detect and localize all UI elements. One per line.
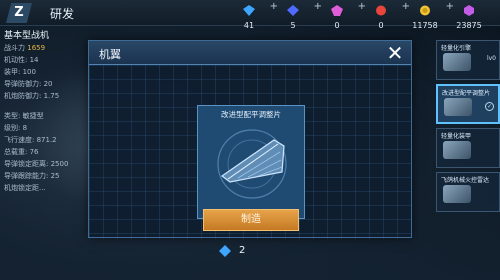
resource-value: 5 bbox=[290, 21, 296, 30]
resource-value: 0 bbox=[334, 21, 340, 30]
part-label: 轻量化装甲 bbox=[441, 133, 472, 140]
resource-purple-crystal[interactable]: 23875 bbox=[448, 1, 490, 31]
power-label: 战斗力 bbox=[4, 44, 25, 52]
stat-row: 总载重: 76 bbox=[4, 148, 39, 156]
build-button[interactable]: 制造 bbox=[203, 209, 299, 231]
resource-value: 23875 bbox=[456, 21, 482, 30]
resource-value: 11758 bbox=[412, 21, 438, 30]
power-row: 战斗力 1659 bbox=[4, 42, 84, 54]
part-label: 飞鸽机械火控雷达 bbox=[441, 177, 490, 184]
power-value: 1659 bbox=[27, 44, 46, 52]
resource-pink-gem[interactable]: 0 + bbox=[316, 1, 366, 31]
trim-tab-thumbnail bbox=[444, 98, 472, 116]
dialog-title: 机翼 bbox=[99, 48, 121, 61]
resource-gold-coin[interactable]: 11758 + bbox=[404, 1, 454, 31]
stat-row: 机炮防御力: 1.75 bbox=[4, 92, 60, 100]
item-name: 改进型配平调整片 bbox=[221, 110, 281, 119]
gold-coin-icon bbox=[420, 5, 430, 16]
aircraft-stats-panel: 基本型战机 战斗力 1659 机动性: 14 装甲: 100 导弹防御力: 20… bbox=[4, 30, 84, 194]
resource-value: 41 bbox=[243, 21, 255, 30]
stat-row: 机炮锁定距... bbox=[4, 184, 46, 192]
stat-row: 导弹跟踪能力: 25 bbox=[4, 172, 60, 180]
selected-check-icon: ✓ bbox=[485, 102, 494, 111]
wing-dialog: 机翼 ✕ 改进型配平调整片 2 制造 bbox=[88, 40, 412, 257]
resource-blue-gem[interactable]: 5 + bbox=[272, 1, 322, 31]
part-label: 轻量化引擎 bbox=[441, 45, 472, 52]
part-item-engine[interactable]: 轻量化引擎 lv0 bbox=[436, 40, 500, 80]
part-label: 改进型配平调整片 bbox=[442, 90, 491, 97]
stat-row: 机动性: 14 bbox=[4, 56, 39, 64]
part-item-armor[interactable]: 轻量化装甲 bbox=[436, 128, 500, 168]
trim-tab-part-icon bbox=[217, 129, 287, 199]
dialog-header: 机翼 ✕ bbox=[89, 41, 411, 65]
cost-value: 2 bbox=[239, 245, 246, 256]
resource-red-gem[interactable]: 0 + bbox=[360, 1, 410, 31]
armor-thumbnail bbox=[443, 141, 471, 159]
part-item-radar[interactable]: 飞鸽机械火控雷达 bbox=[436, 172, 500, 212]
parts-list: 轻量化引擎 lv0 改进型配平调整片 ✓ 轻量化装甲 飞鸽机械火控雷达 bbox=[436, 40, 500, 216]
stat-row: 级别: 8 bbox=[4, 124, 28, 132]
pink-gem-icon bbox=[331, 5, 343, 16]
resource-blue-diamond[interactable]: 41 + bbox=[228, 1, 278, 31]
resource-value: 0 bbox=[378, 21, 384, 30]
stat-row: 类型: 敏捷型 bbox=[4, 112, 44, 120]
blue-diamond-icon bbox=[219, 245, 231, 257]
item-card: 改进型配平调整片 bbox=[197, 105, 305, 219]
close-button[interactable]: ✕ bbox=[385, 42, 405, 64]
engine-thumbnail bbox=[443, 53, 471, 71]
stat-row: 导弹锁定距离: 2500 bbox=[4, 160, 69, 168]
radar-thumbnail bbox=[443, 185, 471, 203]
blue-gem-icon bbox=[287, 5, 299, 16]
top-bar: Z 研发 41 + 5 + 0 + 0 + 11758 + 23875 bbox=[0, 0, 500, 30]
purple-crystal-icon bbox=[464, 5, 474, 16]
aircraft-name: 基本型战机 bbox=[4, 31, 50, 41]
red-gem-icon bbox=[376, 5, 386, 16]
blue-diamond-icon bbox=[243, 5, 255, 16]
part-item-trim-tab[interactable]: 改进型配平调整片 ✓ bbox=[436, 84, 500, 124]
stat-row: 飞行速度: 871.2 bbox=[4, 136, 57, 144]
stat-row: 装甲: 100 bbox=[4, 68, 36, 76]
part-level: lv0 bbox=[486, 55, 496, 62]
back-logo-icon[interactable]: Z bbox=[6, 3, 32, 23]
page-title: 研发 bbox=[50, 7, 75, 21]
stat-row: 导弹防御力: 20 bbox=[4, 80, 53, 88]
